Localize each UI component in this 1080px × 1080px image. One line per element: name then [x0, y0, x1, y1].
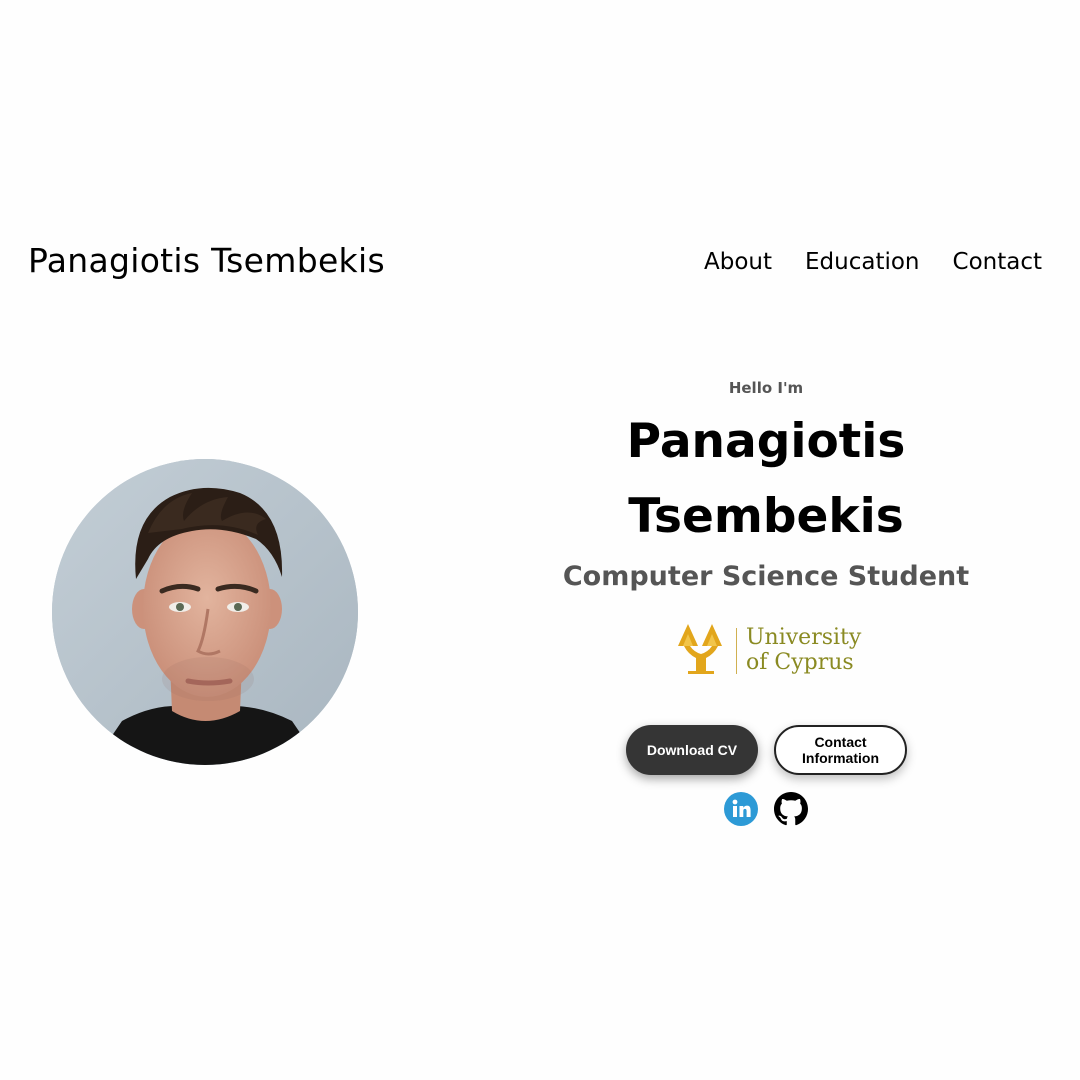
intro-section: Hello I'm Panagiotis Tsembekis Computer …	[556, 374, 976, 597]
university-name-line1: University	[746, 625, 862, 650]
hero-name: Panagiotis Tsembekis	[556, 404, 976, 554]
nav-about[interactable]: About	[704, 244, 772, 280]
github-icon[interactable]	[774, 792, 808, 826]
contact-information-label: Contact Information	[802, 734, 879, 766]
portfolio-page: Panagiotis Tsembekis About Education Con…	[0, 0, 1080, 1080]
profile-photo	[52, 459, 358, 765]
role-subtitle: Computer Science Student	[562, 561, 970, 592]
contact-information-label-line1: Contact	[814, 734, 867, 750]
site-brand[interactable]: Panagiotis Tsembekis	[28, 238, 385, 284]
contact-information-button[interactable]: Contact Information	[774, 725, 907, 775]
nav-education[interactable]: Education	[805, 244, 920, 280]
download-cv-button[interactable]: Download CV	[626, 725, 758, 775]
nav-contact[interactable]: Contact	[953, 244, 1042, 280]
logo-divider	[736, 628, 737, 674]
university-name: University of Cyprus	[746, 625, 861, 675]
university-logo: University of Cyprus	[674, 620, 864, 680]
hero-name-last: Tsembekis	[628, 489, 904, 544]
contact-information-label-line2: Information	[802, 750, 879, 766]
greeting-text: Hello I'm	[728, 379, 804, 397]
university-tree-icon	[678, 624, 722, 674]
university-name-line2: of Cyprus	[746, 650, 854, 675]
main-nav: About Education Contact	[704, 244, 1042, 280]
linkedin-icon[interactable]	[724, 792, 758, 826]
hero-name-first: Panagiotis	[626, 414, 906, 469]
